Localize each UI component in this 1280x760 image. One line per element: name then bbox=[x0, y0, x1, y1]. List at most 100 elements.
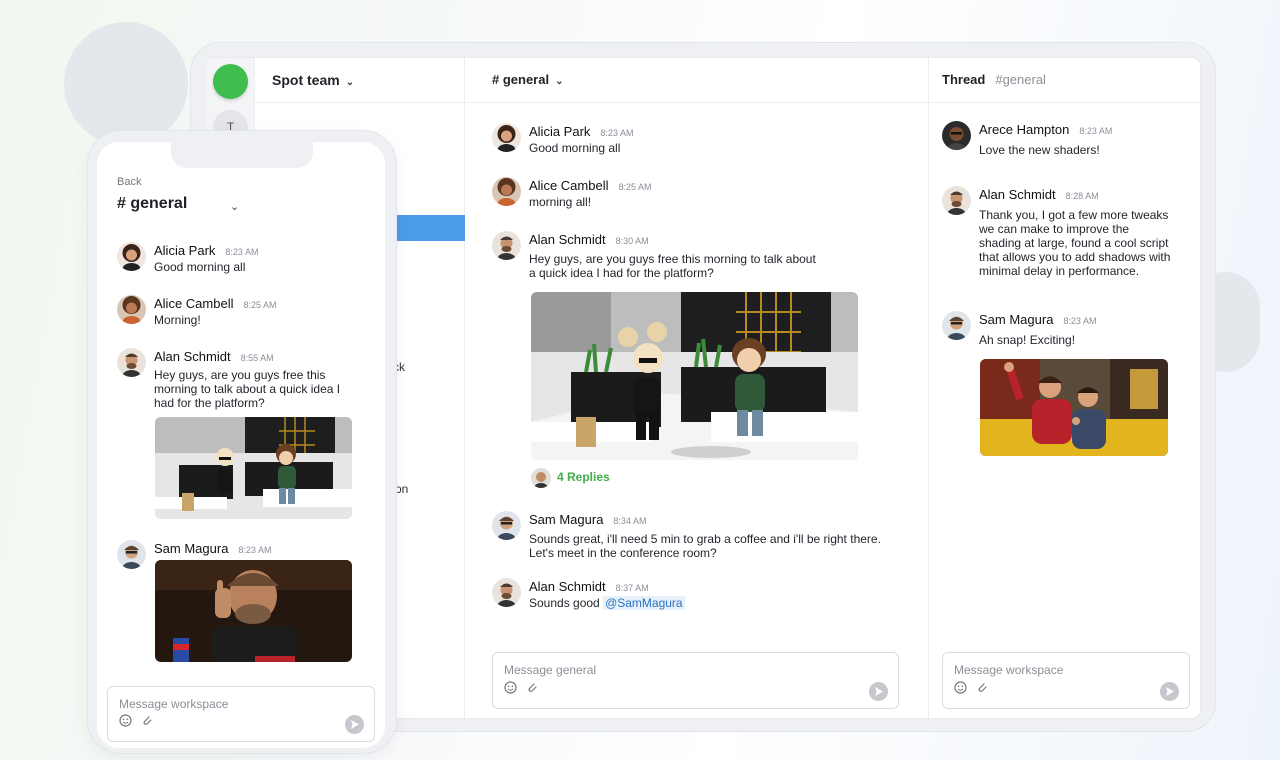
avatar bbox=[942, 311, 971, 340]
message-time: 8:55 AM bbox=[240, 353, 274, 363]
phone-app: Back # general ⌄ Alicia Park 8:23 AM Good… bbox=[97, 142, 385, 748]
avatar bbox=[117, 540, 146, 569]
message: Sam Magura 8:23 AM bbox=[117, 540, 367, 569]
message-text: Sounds great, i'll need 5 min to grab a … bbox=[529, 532, 881, 560]
message-text: Hey guys, are you guys free this morning… bbox=[529, 252, 816, 280]
thread-replies-link[interactable]: 4 Replies bbox=[531, 468, 610, 488]
message: Alan Schmidt 8:30 AM Hey guys, are you gu… bbox=[492, 231, 822, 280]
thread-title: Thread bbox=[942, 72, 986, 87]
message-time: 8:30 AM bbox=[615, 236, 649, 246]
channel-title[interactable]: # general bbox=[117, 195, 187, 213]
team-name: Spot team bbox=[272, 72, 340, 88]
message-text: morning all! bbox=[529, 195, 592, 209]
sidebar-item-label: on bbox=[395, 482, 409, 496]
message-time: 8:34 AM bbox=[613, 516, 647, 526]
attach-icon[interactable] bbox=[975, 681, 988, 699]
message-author[interactable]: Alan Schmidt bbox=[979, 187, 1056, 202]
message-image[interactable] bbox=[155, 560, 352, 662]
channel-title: # general bbox=[492, 72, 550, 87]
attach-icon[interactable] bbox=[140, 714, 153, 732]
message-author[interactable]: Alice Cambell bbox=[154, 296, 233, 311]
channel-pane: # general ⌄ Alicia Park 8:23 AM Good morni… bbox=[465, 58, 929, 718]
message-text: Morning! bbox=[154, 313, 201, 327]
message-author[interactable]: Alan Schmidt bbox=[529, 579, 606, 594]
chevron-down-icon: ⌄ bbox=[555, 76, 564, 87]
message-time: 8:37 AM bbox=[615, 583, 649, 593]
team-switcher[interactable]: Spot team ⌄ bbox=[255, 58, 464, 103]
chevron-down-icon[interactable]: ⌄ bbox=[230, 200, 239, 213]
message-text: Hey guys, are you guys free this morning… bbox=[154, 368, 341, 410]
avatar bbox=[117, 295, 146, 324]
decorative-circle bbox=[64, 22, 188, 146]
message-author[interactable]: Alan Schmidt bbox=[154, 349, 231, 364]
message-composer[interactable]: Message workspace bbox=[942, 652, 1190, 709]
avatar bbox=[492, 231, 521, 260]
message-text: Thank you, I got a few more tweaks we ca… bbox=[979, 208, 1171, 278]
phone-notch bbox=[171, 142, 313, 168]
avatar bbox=[117, 242, 146, 271]
message-author[interactable]: Alicia Park bbox=[529, 124, 590, 139]
sidebar-item-active[interactable] bbox=[395, 215, 465, 241]
composer-placeholder: Message workspace bbox=[954, 663, 1064, 677]
avatar bbox=[531, 468, 551, 488]
thread-channel[interactable]: #general bbox=[995, 72, 1046, 87]
message: Sam Magura 8:34 AM Sounds great, i'll nee… bbox=[492, 511, 892, 560]
send-icon[interactable] bbox=[869, 682, 888, 701]
message-time: 8:25 AM bbox=[243, 300, 277, 310]
message-time: 8:28 AM bbox=[1065, 191, 1099, 201]
message-author[interactable]: Sam Magura bbox=[154, 541, 228, 556]
chevron-down-icon: ⌄ bbox=[345, 77, 355, 88]
message-time: 8:23 AM bbox=[225, 247, 259, 257]
send-icon[interactable] bbox=[345, 715, 364, 734]
message-time: 8:23 AM bbox=[238, 545, 272, 555]
message-text: Love the new shaders! bbox=[979, 143, 1100, 157]
message-time: 8:23 AM bbox=[600, 128, 634, 138]
message-time: 8:23 AM bbox=[1063, 316, 1097, 326]
avatar bbox=[492, 123, 521, 152]
message-time: 8:25 AM bbox=[618, 182, 652, 192]
message: Alan Schmidt 8:28 AM Thank you, I got a f… bbox=[942, 186, 1172, 278]
channel-header[interactable]: # general ⌄ bbox=[465, 58, 928, 103]
message-image[interactable] bbox=[155, 417, 352, 519]
composer-placeholder: Message general bbox=[504, 663, 597, 677]
message-text: Good morning all bbox=[154, 260, 246, 274]
message-composer[interactable]: Message general bbox=[492, 652, 899, 709]
user-mention[interactable]: @SamMagura bbox=[603, 596, 685, 610]
message: Alice Cambell 8:25 AM Morning! bbox=[117, 295, 367, 327]
message-author[interactable]: Sam Magura bbox=[979, 312, 1053, 327]
message-text: Sounds good @SamMagura bbox=[529, 596, 892, 610]
message-text: Ah snap! Exciting! bbox=[979, 333, 1076, 347]
thread-header: Thread #general bbox=[929, 58, 1200, 103]
avatar bbox=[942, 186, 971, 215]
avatar bbox=[117, 348, 146, 377]
thread-pane: Thread #general Arece Hampton 8:23 AM Love… bbox=[929, 58, 1200, 718]
message: Alice Cambell 8:25 AM morning all! bbox=[492, 177, 892, 209]
message: Alicia Park 8:23 AM Good morning all bbox=[492, 123, 892, 155]
message: Sam Magura 8:23 AM Ah snap! Exciting! bbox=[942, 311, 1182, 347]
emoji-icon[interactable] bbox=[119, 714, 132, 732]
emoji-icon[interactable] bbox=[954, 681, 967, 699]
workspace-icon-active[interactable] bbox=[213, 64, 248, 99]
replies-count: 4 Replies bbox=[557, 470, 610, 485]
message-author[interactable]: Sam Magura bbox=[529, 512, 603, 527]
message-author[interactable]: Alice Cambell bbox=[529, 178, 608, 193]
composer-placeholder: Message workspace bbox=[119, 697, 229, 711]
back-button[interactable]: Back bbox=[117, 176, 141, 188]
avatar bbox=[492, 578, 521, 607]
emoji-icon[interactable] bbox=[504, 681, 517, 699]
message-composer[interactable]: Message workspace bbox=[107, 686, 375, 742]
send-icon[interactable] bbox=[1160, 682, 1179, 701]
message-image[interactable] bbox=[980, 359, 1168, 456]
message-image[interactable] bbox=[531, 292, 858, 460]
attach-icon[interactable] bbox=[525, 681, 538, 699]
message: Alan Schmidt 8:37 AM Sounds good @SamMagu… bbox=[492, 578, 892, 610]
message-author[interactable]: Arece Hampton bbox=[979, 122, 1069, 137]
message: Alan Schmidt 8:55 AM Hey guys, are you gu… bbox=[117, 348, 349, 410]
message-author[interactable]: Alicia Park bbox=[154, 243, 215, 258]
message-text: Good morning all bbox=[529, 141, 621, 155]
avatar bbox=[942, 121, 971, 150]
avatar bbox=[492, 177, 521, 206]
message-time: 8:23 AM bbox=[1079, 126, 1113, 136]
message-author[interactable]: Alan Schmidt bbox=[529, 232, 606, 247]
message: Alicia Park 8:23 AM Good morning all bbox=[117, 242, 367, 274]
